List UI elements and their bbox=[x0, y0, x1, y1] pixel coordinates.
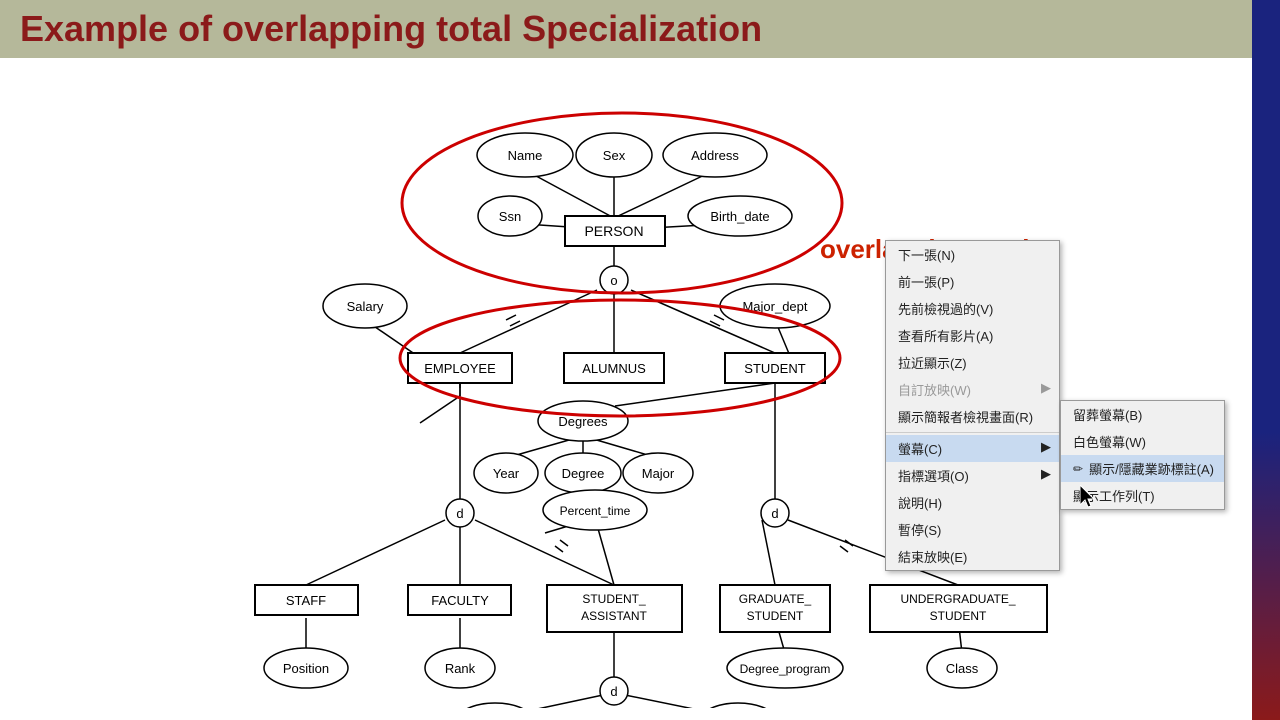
diagram: PERSON EMPLOYEE ALUMNUS STUDENT STAFF FA… bbox=[0, 58, 1252, 708]
submenu-black-screen[interactable]: 留葬螢幕(B) bbox=[1061, 401, 1224, 428]
right-stripe bbox=[1252, 0, 1280, 720]
svg-text:FACULTY: FACULTY bbox=[431, 593, 489, 608]
svg-text:UNDERGRADUATE_: UNDERGRADUATE_ bbox=[900, 592, 1015, 606]
menu-zoom[interactable]: 拉近顯示(Z) bbox=[886, 349, 1059, 376]
svg-text:STUDENT_: STUDENT_ bbox=[582, 592, 646, 606]
menu-view-all[interactable]: 查看所有影片(A) bbox=[886, 322, 1059, 349]
svg-text:Ssn: Ssn bbox=[499, 209, 521, 224]
svg-text:Year: Year bbox=[493, 466, 520, 481]
menu-presenter-view[interactable]: 顯示簡報者檢視畫面(R) bbox=[886, 403, 1059, 430]
svg-text:Rank: Rank bbox=[445, 661, 476, 676]
svg-text:Address: Address bbox=[691, 148, 739, 163]
svg-text:o: o bbox=[610, 273, 617, 288]
svg-text:Degree_program: Degree_program bbox=[740, 662, 831, 676]
svg-text:ASSISTANT: ASSISTANT bbox=[581, 609, 647, 623]
svg-text:GRADUATE_: GRADUATE_ bbox=[739, 592, 812, 606]
svg-text:Class: Class bbox=[946, 661, 979, 676]
svg-text:PERSON: PERSON bbox=[584, 223, 643, 239]
svg-text:Major: Major bbox=[642, 466, 675, 481]
svg-text:STUDENT: STUDENT bbox=[930, 609, 987, 623]
menu-pause[interactable]: 暫停(S) bbox=[886, 516, 1059, 543]
submenu-white-screen[interactable]: 白色螢幕(W) bbox=[1061, 428, 1224, 455]
svg-text:Birth_date: Birth_date bbox=[710, 209, 769, 224]
svg-text:ALUMNUS: ALUMNUS bbox=[582, 361, 646, 376]
header: Example of overlapping total Specializat… bbox=[0, 0, 1280, 58]
menu-end[interactable]: 結束放映(E) bbox=[886, 543, 1059, 570]
page-title: Example of overlapping total Specializat… bbox=[20, 8, 1260, 50]
svg-text:d: d bbox=[610, 684, 617, 699]
svg-text:STUDENT: STUDENT bbox=[744, 361, 805, 376]
pencil-icon: ✏ bbox=[1073, 462, 1083, 476]
sub-menu[interactable]: 留葬螢幕(B) 白色螢幕(W) ✏ 顯示/隱藏業跡標註(A) 顯示工作列(T) bbox=[1060, 400, 1225, 510]
menu-custom-show[interactable]: 自訂放映(W) bbox=[886, 376, 1059, 403]
svg-text:d: d bbox=[456, 506, 463, 521]
svg-text:Sex: Sex bbox=[603, 148, 626, 163]
svg-text:Degree: Degree bbox=[562, 466, 605, 481]
submenu-show-taskbar[interactable]: 顯示工作列(T) bbox=[1061, 482, 1224, 509]
submenu-show-hide-annotations[interactable]: ✏ 顯示/隱藏業跡標註(A) bbox=[1061, 455, 1224, 482]
svg-text:Name: Name bbox=[508, 148, 543, 163]
menu-help[interactable]: 說明(H) bbox=[886, 489, 1059, 516]
svg-text:d: d bbox=[771, 506, 778, 521]
menu-pointer-options[interactable]: 指標選項(O) bbox=[886, 462, 1059, 489]
svg-text:EMPLOYEE: EMPLOYEE bbox=[424, 361, 496, 376]
context-menu[interactable]: 下一張(N) 前一張(P) 先前檢視過的(V) 查看所有影片(A) 拉近顯示(Z… bbox=[885, 240, 1060, 571]
svg-text:Position: Position bbox=[283, 661, 329, 676]
svg-text:Percent_time: Percent_time bbox=[560, 504, 631, 518]
menu-prev-view[interactable]: 先前檢視過的(V) bbox=[886, 295, 1059, 322]
svg-text:STUDENT: STUDENT bbox=[747, 609, 804, 623]
menu-prev[interactable]: 前一張(P) bbox=[886, 268, 1059, 295]
menu-screen[interactable]: 螢幕(C) bbox=[886, 435, 1059, 462]
svg-text:STAFF: STAFF bbox=[286, 593, 326, 608]
svg-text:Salary: Salary bbox=[347, 299, 384, 314]
menu-next[interactable]: 下一張(N) bbox=[886, 241, 1059, 268]
